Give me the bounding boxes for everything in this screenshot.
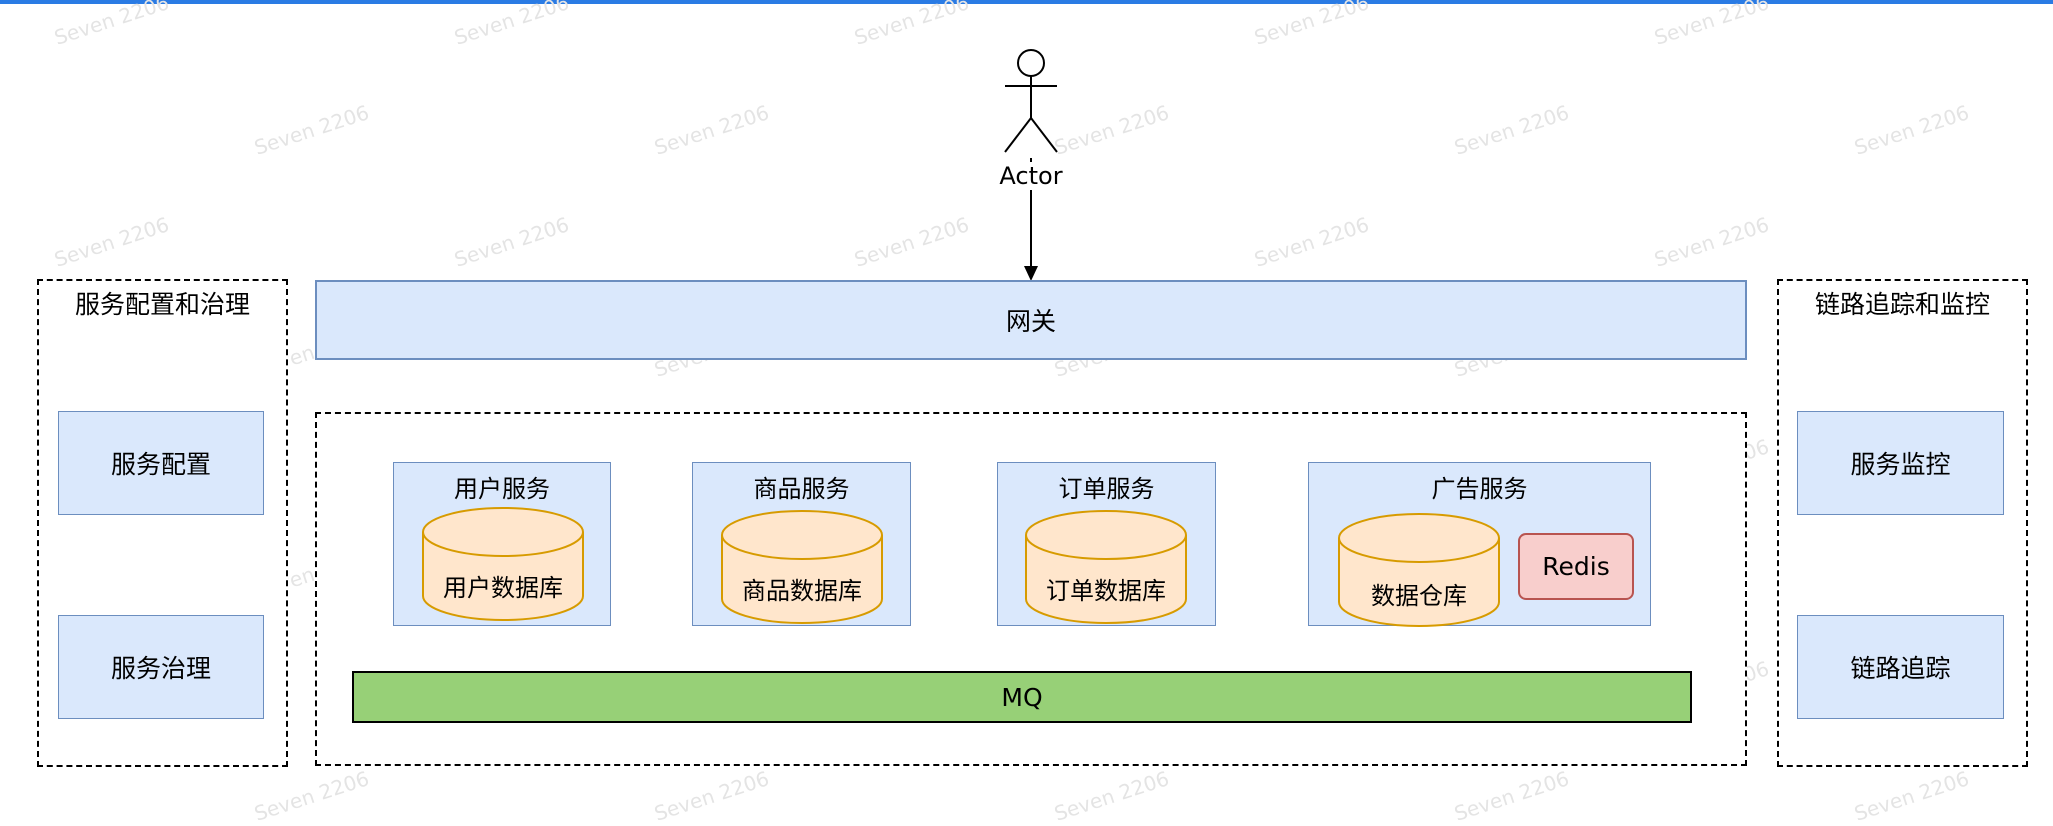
database-icon (422, 507, 584, 621)
left-panel-title: 服务配置和治理 (74, 290, 250, 319)
user-database[interactable]: 用户数据库 (421, 506, 585, 622)
product-database[interactable]: 商品数据库 (720, 509, 884, 625)
database-label: 商品数据库 (742, 577, 862, 605)
redis-box[interactable]: Redis (1518, 533, 1634, 600)
mq-bar[interactable]: MQ (352, 671, 1692, 723)
service-title: 广告服务 (1431, 475, 1528, 503)
actor-figure (1004, 49, 1058, 153)
actor-label: Actor (981, 162, 1081, 190)
service-title: 订单服务 (1058, 475, 1155, 503)
database-label: 用户数据库 (443, 574, 563, 602)
service-title: 商品服务 (753, 475, 850, 503)
gateway-box[interactable]: 网关 (315, 280, 1747, 360)
data-warehouse[interactable]: 数据仓库 (1337, 512, 1501, 628)
service-governance-box[interactable]: 服务治理 (58, 615, 264, 719)
database-label: 数据仓库 (1371, 582, 1467, 610)
architecture-diagram: Seven 2206 Seven 2206 Seven 2206 Seven 2206… (0, 0, 2053, 826)
service-config-box[interactable]: 服务配置 (58, 411, 264, 515)
database-label: 订单数据库 (1046, 577, 1166, 605)
database-icon (1025, 510, 1187, 624)
database-icon (721, 510, 883, 624)
service-monitoring-box[interactable]: 服务监控 (1797, 411, 2004, 515)
tracing-box[interactable]: 链路追踪 (1797, 615, 2004, 719)
right-panel-title: 链路追踪和监控 (1814, 290, 1990, 319)
service-title: 用户服务 (454, 475, 550, 503)
order-database[interactable]: 订单数据库 (1024, 509, 1188, 625)
